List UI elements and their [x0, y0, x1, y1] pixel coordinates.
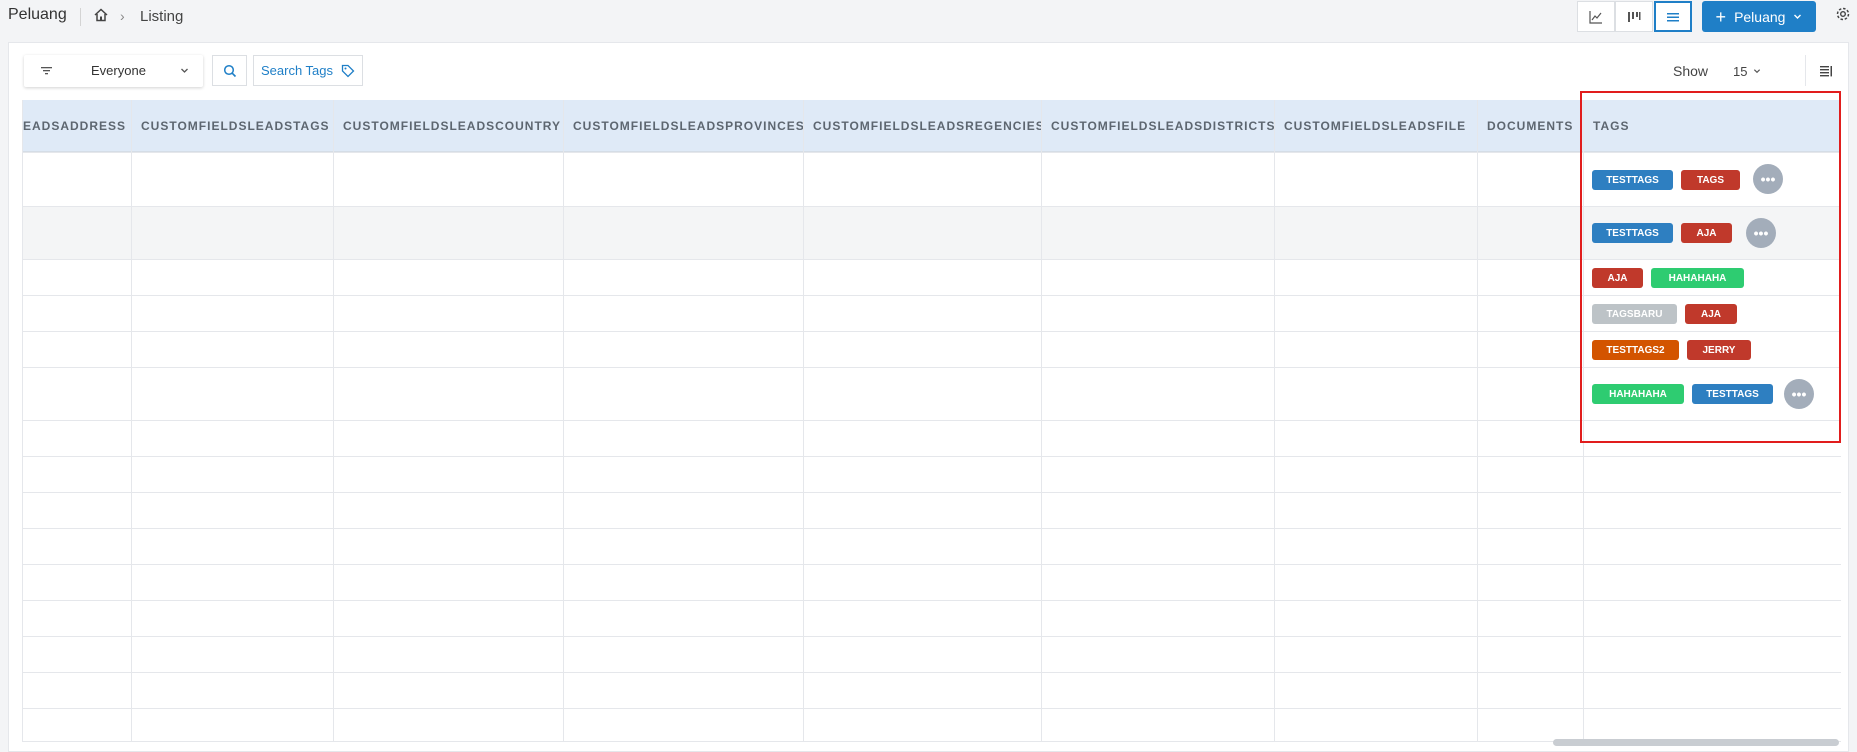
kanban-icon [1628, 11, 1641, 22]
column-leadsfile: CUSTOMFIELDSLEADSFILE [1275, 100, 1478, 742]
column-leadsregencies: CUSTOMFIELDSLEADSREGENCIES [804, 100, 1042, 742]
tag-chip[interactable]: TESTTAGS [1592, 170, 1673, 190]
row-divider [23, 600, 1841, 601]
row-divider [23, 420, 1841, 421]
column-header[interactable]: TAGS [1584, 100, 1841, 152]
chevron-down-icon [1794, 14, 1802, 19]
more-tags-button[interactable]: ••• [1753, 164, 1783, 194]
search-tags-button[interactable]: Search Tags [253, 55, 363, 86]
tag-chip[interactable]: HAHAHAHA [1592, 384, 1684, 404]
tag-chip[interactable]: TESTTAGS [1592, 223, 1673, 243]
row-divider [23, 206, 1841, 207]
row-divider [23, 152, 1841, 153]
tag-chip[interactable]: TESTTAGS2 [1592, 340, 1679, 360]
row-divider [23, 456, 1841, 457]
row-divider [23, 259, 1841, 260]
column-header[interactable]: CUSTOMFIELDSLEADSTAGS [132, 100, 333, 152]
column-header[interactable]: EADSADDRESS [23, 100, 131, 152]
tag-chip[interactable]: TAGSBARU [1592, 304, 1677, 324]
tag-chip[interactable]: AJA [1685, 304, 1737, 324]
breadcrumb-listing: Listing [140, 8, 184, 25]
column-settings-button[interactable] [1805, 55, 1845, 86]
row-divider [23, 295, 1841, 296]
more-tags-button[interactable]: ••• [1746, 218, 1776, 248]
column-documents: DOCUMENTS [1478, 100, 1584, 742]
tag-chip[interactable]: AJA [1592, 268, 1643, 288]
list-icon [1667, 12, 1679, 21]
column-header[interactable]: CUSTOMFIELDSLEADSFILE [1275, 100, 1477, 152]
column-header[interactable]: CUSTOMFIELDSLEADSREGENCIES [804, 100, 1041, 152]
row-divider [23, 708, 1841, 709]
row-divider [23, 331, 1841, 332]
tag-icon [341, 64, 355, 77]
columns-icon [1819, 65, 1832, 76]
top-bar: Peluang › Listing + Peluang [0, 0, 1857, 42]
row-divider [23, 492, 1841, 493]
owner-filter-select[interactable]: Everyone [24, 55, 203, 87]
column-leadstags: CUSTOMFIELDSLEADSTAGS [132, 100, 334, 742]
tag-chip[interactable]: TESTTAGS [1692, 384, 1773, 404]
chevron-right-icon: › [120, 8, 125, 24]
gear-icon[interactable] [1834, 5, 1852, 23]
list-view-button[interactable] [1654, 1, 1692, 32]
home-icon[interactable] [93, 7, 109, 23]
column-header[interactable]: CUSTOMFIELDSLEADSPROVINCES [564, 100, 803, 152]
chevron-down-icon [181, 68, 188, 73]
breadcrumb-divider [80, 8, 81, 26]
data-table: EADSADDRESS CUSTOMFIELDSLEADSTAGS CUSTOM… [22, 100, 1841, 742]
column-leadsaddress: EADSADDRESS [23, 100, 132, 742]
column-leadscountry: CUSTOMFIELDSLEADSCOUNTRY [334, 100, 564, 742]
column-header[interactable]: CUSTOMFIELDSLEADSDISTRICTS [1042, 100, 1274, 152]
tag-chip[interactable]: TAGS [1681, 170, 1740, 190]
filter-icon [41, 67, 52, 75]
search-tags-label: Search Tags [260, 63, 334, 78]
column-tags: TAGS [1584, 100, 1841, 742]
row-divider [23, 367, 1841, 368]
show-label: Show [1673, 63, 1709, 79]
column-header[interactable]: DOCUMENTS [1478, 100, 1583, 152]
new-peluang-label: Peluang [1734, 8, 1786, 25]
tag-chip[interactable]: JERRY [1687, 340, 1751, 360]
column-leadsdistricts: CUSTOMFIELDSLEADSDISTRICTS [1042, 100, 1275, 742]
tag-chip[interactable]: HAHAHAHA [1651, 268, 1744, 288]
plus-icon: + [1715, 6, 1727, 27]
new-peluang-button[interactable]: + Peluang [1702, 1, 1816, 32]
horizontal-scrollbar[interactable] [1553, 739, 1839, 746]
page-size-select[interactable]: 15 [1733, 59, 1783, 83]
row-divider [23, 672, 1841, 673]
chevron-down-icon [1754, 69, 1761, 74]
search-button[interactable] [212, 55, 247, 86]
column-leadsprovinces: CUSTOMFIELDSLEADSPROVINCES [564, 100, 804, 742]
row-divider [23, 564, 1841, 565]
row-divider [23, 528, 1841, 529]
chart-view-button[interactable] [1577, 1, 1615, 32]
page-size-value: 15 [1733, 63, 1748, 79]
tag-chip[interactable]: AJA [1681, 223, 1732, 243]
line-chart-icon [1589, 10, 1602, 24]
app-title: Peluang [8, 6, 67, 23]
search-icon [223, 64, 236, 77]
filter-value: Everyone [91, 63, 146, 78]
kanban-view-button[interactable] [1615, 1, 1653, 32]
row-divider [23, 636, 1841, 637]
more-tags-button[interactable]: ••• [1784, 379, 1814, 409]
column-header[interactable]: CUSTOMFIELDSLEADSCOUNTRY [334, 100, 563, 152]
